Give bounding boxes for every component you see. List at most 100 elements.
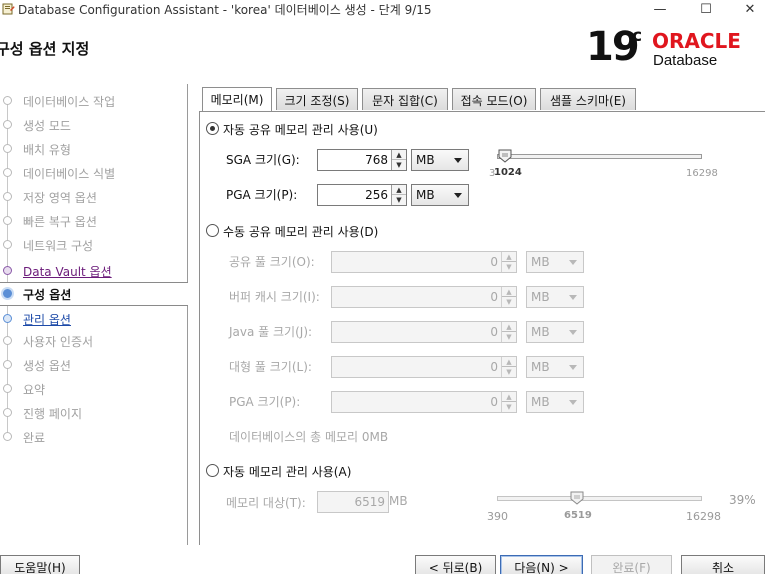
sga-spinner[interactable]: ▲ ▼ [391,150,406,170]
maximize-button[interactable]: ☐ [683,0,729,18]
buffer-cache-field: 0 ▲ ▼ [331,286,517,308]
memory-slider-min: 390 [487,510,508,523]
chevron-down-icon [569,365,577,370]
shared-pool-label: 공유 풀 크기(O): [229,255,315,269]
sga-size-value[interactable]: 768 [365,153,388,167]
chevron-down-icon [569,295,577,300]
manual-pga-label: PGA 크기(P): [229,395,301,409]
step-label: 데이터베이스 작업 [23,95,116,109]
logo-version: 19 [586,24,640,70]
chevron-down-icon [454,158,462,163]
pga-unit-select[interactable]: MB [411,184,469,206]
logo-product: Database [653,52,718,69]
memory-target-field: 6519 [317,491,389,513]
finish-button: 완료(F) [591,555,672,574]
manual-shared-memory-label[interactable]: 수동 공유 메모리 관리 사용(D) [223,223,378,240]
spin-up-icon: ▲ [502,357,516,367]
sga-slider-min: 1024 [494,167,522,178]
step-icon [3,144,12,153]
spin-down-icon[interactable]: ▼ [392,195,406,205]
sga-size-field[interactable]: 768 ▲ ▼ [317,149,407,171]
buffer-cache-value: 0 [490,290,498,304]
shared-pool-field: 0 ▲ ▼ [331,251,517,273]
oracle-logo: 19 c ORACLE Database [586,24,762,74]
tab-sizing[interactable]: 크기 조정(S) [276,88,358,110]
java-pool-value: 0 [490,325,498,339]
pga-size-value[interactable]: 256 [365,188,388,202]
step-user-credentials: 사용자 인증서 [0,330,188,352]
memory-slider-max: 16298 [686,510,721,523]
minimize-button[interactable]: — [637,0,683,18]
chevron-down-icon [454,193,462,198]
step-storage-option: 저장 영역 옵션 [0,186,188,208]
large-pool-value: 0 [490,360,498,374]
close-button[interactable]: ✕ [727,0,765,18]
step-label: 생성 옵션 [23,359,71,373]
step-label: 구성 옵션 [23,288,72,302]
large-pool-unit-select: MB [526,356,584,378]
shared-pool-value: 0 [490,255,498,269]
auto-shared-memory-label[interactable]: 자동 공유 메모리 관리 사용(U) [223,121,378,138]
step-label: 빠른 복구 옵션 [23,215,97,229]
java-pool-spinner: ▲ ▼ [501,322,516,342]
step-configuration-options: 구성 옵션 [0,282,188,306]
buffer-cache-unit: MB [531,290,550,304]
large-pool-unit: MB [531,360,550,374]
step-label[interactable]: Data Vault 옵션 [23,263,112,280]
step-deployment-type: 배치 유형 [0,138,188,160]
steps-sidebar: 데이터베이스 작업 생성 모드 배치 유형 데이터베이스 식별 저장 영역 옵션… [0,84,188,545]
step-label: 배치 유형 [23,143,71,157]
step-fast-recovery-option: 빠른 복구 옵션 [0,210,188,232]
pga-size-field[interactable]: 256 ▲ ▼ [317,184,407,206]
spin-down-icon: ▼ [506,263,512,271]
shared-pool-spinner: ▲ ▼ [501,252,516,272]
step-label: 생성 모드 [23,119,71,133]
memory-target-label: 메모리 대상(T): [226,496,306,510]
step-icon [3,360,12,369]
pga-spinner[interactable]: ▲ ▼ [391,185,406,205]
app-icon [2,3,15,15]
tab-character-sets[interactable]: 문자 집합(C) [362,88,448,110]
step-data-vault-option[interactable]: Data Vault 옵션 [0,260,188,282]
step-icon [3,168,12,177]
cancel-button[interactable]: 취소 [681,555,765,574]
java-pool-unit: MB [531,325,550,339]
step-management-options[interactable]: 관리 옵션 [0,308,188,330]
step-label: 진행 페이지 [23,407,83,421]
java-pool-label: Java 풀 크기(J): [229,325,313,339]
help-button[interactable]: 도움말(H) [0,555,80,574]
spin-up-icon: ▲ [502,392,516,402]
spin-down-icon: ▼ [506,333,512,341]
sga-slider-thumb[interactable] [498,149,512,163]
spin-up-icon[interactable]: ▲ [392,150,406,160]
auto-shared-memory-radio[interactable] [206,122,219,135]
pga-unit-value: MB [416,188,435,202]
auto-memory-radio[interactable] [206,464,219,477]
auto-memory-label[interactable]: 자동 메모리 관리 사용(A) [223,463,351,480]
chevron-down-icon [569,330,577,335]
spin-up-icon[interactable]: ▲ [392,185,406,195]
step-icon [3,96,12,105]
shared-pool-unit-select: MB [526,251,584,273]
step-label[interactable]: 관리 옵션 [23,311,71,328]
back-button[interactable]: < 뒤로(B) [415,555,496,574]
shared-pool-unit: MB [531,255,550,269]
manual-pga-unit: MB [531,395,550,409]
tab-connection-mode[interactable]: 접속 모드(O) [452,88,536,110]
step-icon [3,240,12,249]
tab-memory[interactable]: 메모리(M) [202,87,272,111]
tab-sample-schemas[interactable]: 샘플 스키마(E) [540,88,636,110]
spin-down-icon[interactable]: ▼ [392,160,406,170]
step-label: 데이터베이스 식별 [23,167,116,181]
next-button[interactable]: 다음(N) > [500,555,583,574]
sga-slider-track[interactable] [497,154,702,159]
sga-unit-select[interactable]: MB [411,149,469,171]
step-database-identification: 데이터베이스 식별 [0,162,188,184]
sga-size-label: SGA 크기(G): [226,153,300,167]
step-icon [3,432,12,441]
manual-shared-memory-radio[interactable] [206,224,219,237]
spin-up-icon: ▲ [502,322,516,332]
chevron-down-icon [569,400,577,405]
step-label: 네트워크 구성 [23,239,94,253]
buffer-cache-unit-select: MB [526,286,584,308]
